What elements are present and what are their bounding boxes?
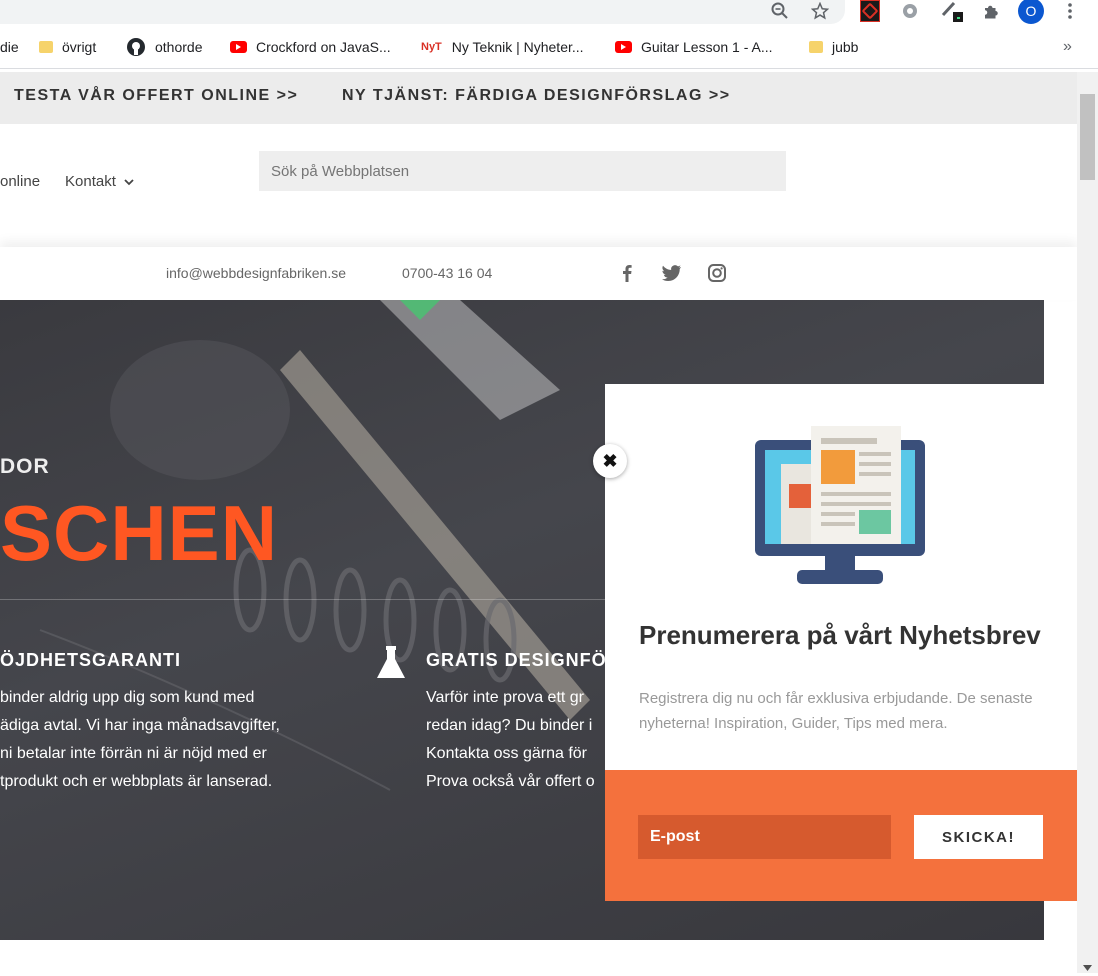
address-bar[interactable] — [0, 0, 845, 24]
feature-heading-guarantee: ÖJDHETSGARANTI — [0, 650, 182, 670]
profile-initial: O — [1018, 0, 1044, 24]
feature-text-line: Kontakta oss gärna för — [426, 745, 587, 762]
flask-icon — [372, 644, 410, 687]
promo-link-design[interactable]: NY TJÄNST: FÄRDIGA DESIGNFÖRSLAG >> — [342, 87, 731, 105]
bookmark-label: othorde — [155, 39, 203, 55]
bookmark-label: die — [0, 39, 19, 55]
feature-text-line: Prova också vår offert o — [426, 773, 595, 790]
eyedropper-extension-icon[interactable] — [938, 0, 964, 22]
bookmark-folder-ovrigt[interactable]: övrigt — [39, 36, 96, 58]
search-input[interactable] — [259, 151, 786, 191]
bookmark-item-othorde[interactable]: othorde — [126, 36, 202, 58]
chevron-down-icon — [124, 173, 134, 190]
newsletter-monitor-icon — [755, 426, 925, 584]
close-icon: ✖ — [602, 450, 618, 471]
github-icon — [126, 37, 146, 57]
page-scrollbar[interactable] — [1077, 72, 1098, 973]
feature-text-line: Varför inte prova ett gr — [426, 689, 584, 706]
profile-avatar[interactable]: O — [1017, 0, 1045, 24]
scrollbar-thumb[interactable] — [1080, 94, 1095, 180]
nyteknik-icon: NyT — [421, 41, 442, 53]
instagram-icon[interactable] — [705, 261, 729, 285]
bookmark-label: Crockford on JavaS... — [256, 39, 391, 55]
bookmarks-overflow-button[interactable]: » — [1063, 36, 1072, 58]
nav-item-label: Kontakt — [65, 173, 116, 190]
bookmark-item-guitar[interactable]: Guitar Lesson 1 - A... — [615, 36, 773, 58]
submit-button[interactable]: SKICKA! — [914, 815, 1043, 859]
popup-description: Registrera dig nu och får exklusiva erbj… — [639, 690, 1033, 732]
bookmark-label: jubb — [832, 39, 859, 55]
browser-menu-icon[interactable] — [1060, 0, 1080, 22]
extensions-puzzle-icon[interactable] — [979, 0, 1003, 22]
feature-text-line: binder aldrig upp dig som kund med — [0, 689, 255, 706]
bookmark-folder-jubb[interactable]: jubb — [809, 36, 858, 58]
newsletter-popup: Prenumerera på vårt Nyhetsbrev Registrer… — [605, 384, 1077, 901]
bookmark-label: övrigt — [62, 39, 97, 55]
facebook-icon[interactable] — [615, 261, 639, 285]
bookmark-item-nyteknik[interactable]: NyT Ny Teknik | Nyheter... — [421, 36, 584, 58]
feature-text-design: Varför inte prova ett gr redan idag? Du … — [426, 684, 595, 796]
bookmark-star-icon[interactable] — [808, 0, 832, 22]
feature-heading-design: GRATIS DESIGNFÖ — [426, 650, 607, 670]
bookmarks-bar: die övrigt othorde Crockford on JavaS...… — [0, 28, 1098, 69]
youtube-icon — [615, 41, 632, 53]
zoom-out-icon[interactable] — [768, 0, 792, 22]
popup-title: Prenumerera på vårt Nyhetsbrev — [639, 620, 1041, 650]
folder-icon — [809, 41, 823, 53]
folder-icon — [39, 41, 53, 53]
feature-text-line: tprodukt och er webbplats är lanserad. — [0, 773, 273, 790]
hero-divider — [0, 599, 610, 600]
hero-title: SCHEN — [0, 489, 279, 577]
bookmark-label: Guitar Lesson 1 - A... — [641, 39, 773, 55]
scroll-down-arrow-icon[interactable] — [1083, 958, 1092, 976]
contact-phone[interactable]: 0700-43 16 04 — [402, 265, 492, 281]
nav-item-online[interactable]: online — [0, 173, 40, 190]
feature-text-line: ni betalar inte förrän ni är nöjd med er — [0, 745, 267, 762]
twitter-icon[interactable] — [660, 261, 684, 285]
feature-text-line: redan idag? Du binder i — [426, 717, 593, 734]
gear-extension-icon[interactable] — [898, 0, 922, 22]
promo-bar: TESTA VÅR OFFERT ONLINE >> NY TJÄNST: FÄ… — [0, 72, 1077, 124]
youtube-icon — [230, 41, 247, 53]
feature-text-line: ädiga avtal. Vi har inga månadsavgifter, — [0, 717, 280, 734]
bookmark-label: Ny Teknik | Nyheter... — [451, 39, 584, 55]
contact-email[interactable]: info@webbdesignfabriken.se — [166, 265, 346, 281]
popup-close-button[interactable]: ✖ — [593, 444, 627, 478]
signup-form: SKICKA! — [605, 770, 1077, 901]
pdf-extension-icon[interactable] — [859, 0, 881, 22]
bookmark-item[interactable]: die — [0, 36, 19, 58]
main-nav: online Kontakt — [0, 124, 1077, 248]
nav-item-contact[interactable]: Kontakt — [65, 173, 134, 190]
contact-bar: info@webbdesignfabriken.se 0700-43 16 04 — [0, 247, 1077, 300]
feature-text-guarantee: binder aldrig upp dig som kund med ädiga… — [0, 684, 280, 796]
promo-link-offer[interactable]: TESTA VÅR OFFERT ONLINE >> — [14, 87, 298, 105]
email-field[interactable] — [638, 815, 891, 859]
hero-subtitle: DOR — [0, 455, 50, 478]
bookmark-item-crockford[interactable]: Crockford on JavaS... — [230, 36, 391, 58]
